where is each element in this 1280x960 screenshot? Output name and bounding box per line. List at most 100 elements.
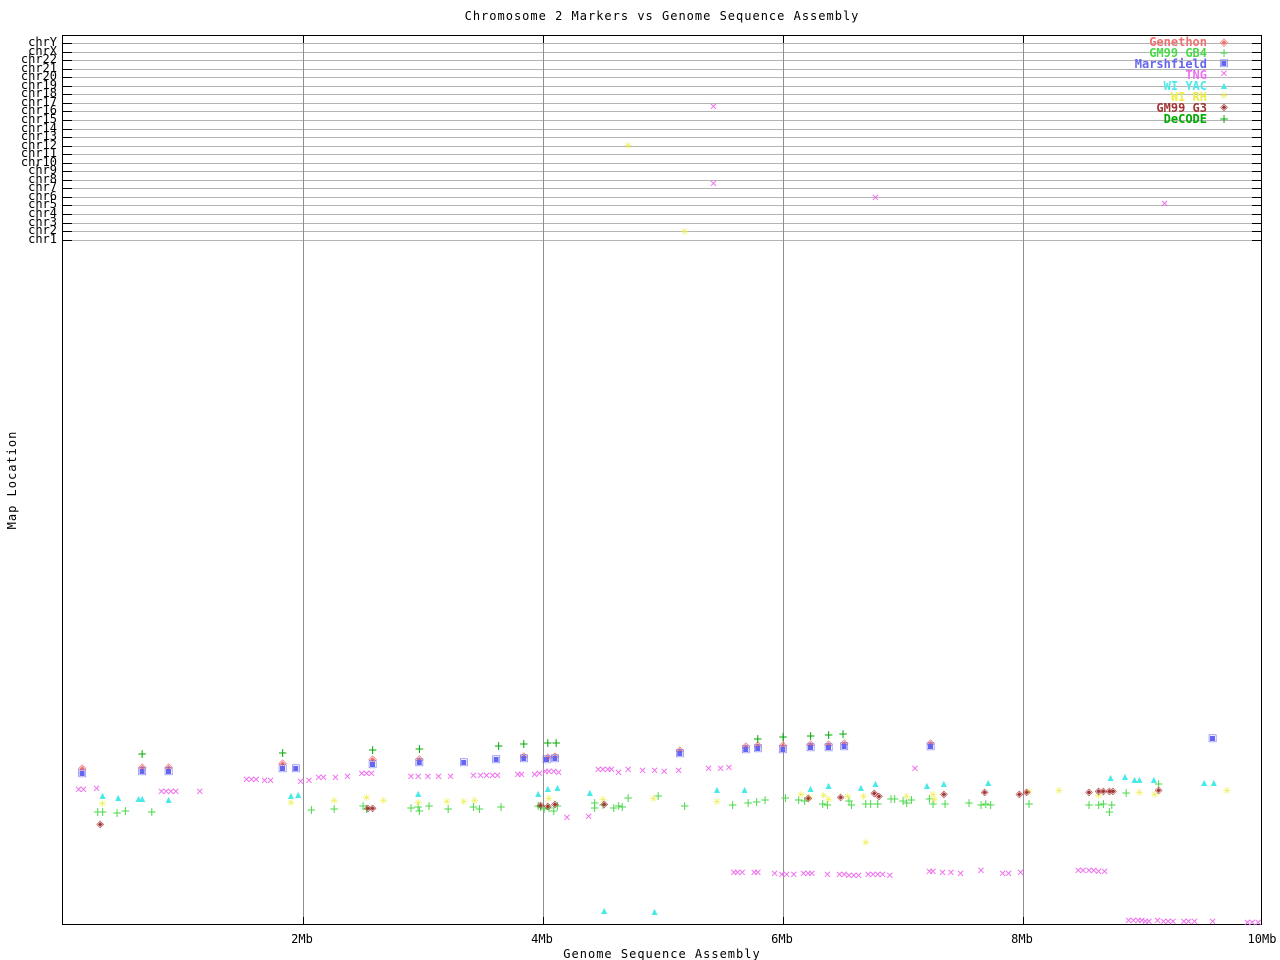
- point-tng: ✕: [1253, 918, 1263, 929]
- chromosome-gridline: [63, 179, 1261, 181]
- point-gm99gb4: +: [1023, 797, 1035, 811]
- point-wiyac: ▲: [1210, 778, 1217, 787]
- point-gm99g3: ◈: [600, 799, 609, 810]
- point-wiyac: ▲: [713, 785, 721, 794]
- point-gm99gb4: +: [617, 800, 628, 814]
- y-tick-right: [1252, 51, 1261, 53]
- point-wirh: ✳: [680, 227, 689, 238]
- y-tick-right: [1252, 85, 1261, 87]
- point-marshfield: ▣: [925, 741, 936, 752]
- point-marshfield: ▣: [163, 766, 174, 777]
- chromosome-gridline: [63, 145, 1261, 147]
- point-gm99g3: ◈: [1154, 785, 1163, 796]
- point-marshfield: ▣: [753, 743, 763, 754]
- y-tick-left: [63, 214, 72, 215]
- point-marshfield: ▣: [839, 741, 849, 752]
- point-wirh: ✳: [928, 790, 938, 801]
- point-gm99gb4: +: [759, 793, 771, 807]
- chromosome-gridline: [63, 222, 1261, 224]
- point-gm99gb4: +: [985, 798, 996, 812]
- point-gm99gb4: +: [817, 797, 828, 811]
- y-axis-title: Map Location: [5, 430, 19, 530]
- point-gm99g3: ◈: [870, 788, 879, 799]
- point-wiyac: ▲: [1136, 775, 1143, 784]
- point-decode: +: [493, 739, 504, 753]
- point-gm99gb4: +: [679, 799, 690, 813]
- point-tng: ✕: [1247, 918, 1257, 929]
- point-gm99gb4: +: [727, 798, 738, 812]
- point-tng: ✕: [266, 776, 275, 787]
- x-axis-tick-label: 2Mb: [291, 932, 313, 946]
- point-tng: ✕: [247, 775, 256, 786]
- point-gm99g3: ◈: [939, 789, 948, 800]
- point-genethon: ◈: [77, 761, 87, 775]
- point-tng: ✕: [161, 787, 171, 798]
- legend-marker-marshfield-icon: ▣: [1219, 58, 1229, 69]
- x-tick-bottom: [303, 917, 304, 924]
- point-gm99gb4: +: [535, 800, 546, 814]
- point-tng: ✕: [530, 770, 539, 781]
- y-tick-left: [63, 231, 72, 233]
- point-tng: ✕: [976, 866, 986, 877]
- point-tng: ✕: [956, 869, 965, 880]
- point-wirh: ✳: [796, 790, 806, 801]
- point-tng: ✕: [517, 770, 526, 781]
- point-tng: ✕: [607, 765, 616, 776]
- point-tng: ✕: [476, 771, 485, 782]
- point-tng: ✕: [823, 870, 832, 881]
- point-tng: ✕: [873, 870, 882, 881]
- point-tng: ✕: [674, 766, 683, 777]
- point-wiyac: ▲: [165, 795, 172, 804]
- point-tng: ✕: [357, 769, 366, 780]
- point-decode: +: [367, 743, 378, 757]
- point-wiyac: ▲: [741, 785, 748, 794]
- chart-canvas: Chromosome 2 Markers vs Genome Sequence …: [0, 0, 1280, 960]
- point-gm99g3: ◈: [1099, 786, 1108, 797]
- point-gm99gb4: +: [653, 789, 664, 803]
- chromosome-gridline: [63, 214, 1261, 215]
- point-gm99gb4: +: [743, 796, 754, 810]
- point-tng: ✕: [446, 772, 455, 783]
- y-tick-right: [1252, 239, 1261, 241]
- point-wirh: ✳: [929, 795, 939, 806]
- point-tng: ✕: [623, 765, 633, 776]
- point-gm99gb4: +: [495, 800, 507, 814]
- point-wiyac: ▲: [601, 906, 608, 915]
- y-tick-right: [1252, 102, 1261, 104]
- point-gm99gb4: +: [901, 796, 912, 810]
- x-axis-tick-label: 6Mb: [771, 932, 793, 946]
- point-wirh: ✳: [859, 792, 868, 803]
- y-tick-right: [1252, 171, 1261, 173]
- point-wirh: ✳: [1135, 788, 1144, 799]
- y-tick-left: [63, 119, 72, 121]
- point-tng: ✕: [423, 772, 432, 783]
- point-tng: ✕: [1208, 917, 1217, 928]
- point-gm99gb4: +: [843, 794, 855, 808]
- chromosome-gridline: [63, 171, 1261, 173]
- chart-title: Chromosome 2 Markers vs Genome Sequence …: [464, 9, 860, 23]
- point-gm99gb4: +: [597, 798, 609, 812]
- point-marshfield: ▣: [1207, 733, 1218, 744]
- point-wiyac: ▲: [135, 794, 142, 803]
- y-tick-left: [63, 111, 72, 113]
- point-tng: ✕: [544, 767, 554, 778]
- point-tng: ✕: [1163, 917, 1173, 928]
- point-genethon: ◈: [839, 736, 849, 750]
- x-tick-bottom: [543, 917, 544, 924]
- point-tng: ✕: [413, 772, 423, 783]
- x-gridline: [1023, 36, 1024, 924]
- legend-marker-decode-icon: +: [1218, 112, 1230, 126]
- x-axis-tick-label: 10Mb: [1247, 932, 1277, 946]
- point-tng: ✕: [367, 769, 376, 780]
- y-tick-left: [63, 94, 72, 96]
- chromosome-gridline: [63, 205, 1261, 207]
- y-tick-right: [1252, 222, 1261, 224]
- point-tng: ✕: [1133, 916, 1143, 927]
- point-tng: ✕: [729, 868, 738, 879]
- point-wirh: ✳: [824, 795, 833, 806]
- point-tng: ✕: [92, 784, 101, 795]
- point-tng: ✕: [157, 787, 166, 798]
- point-wirh: ✳: [649, 794, 658, 805]
- point-gm99gb4: +: [780, 791, 791, 805]
- y-tick-left: [63, 137, 72, 139]
